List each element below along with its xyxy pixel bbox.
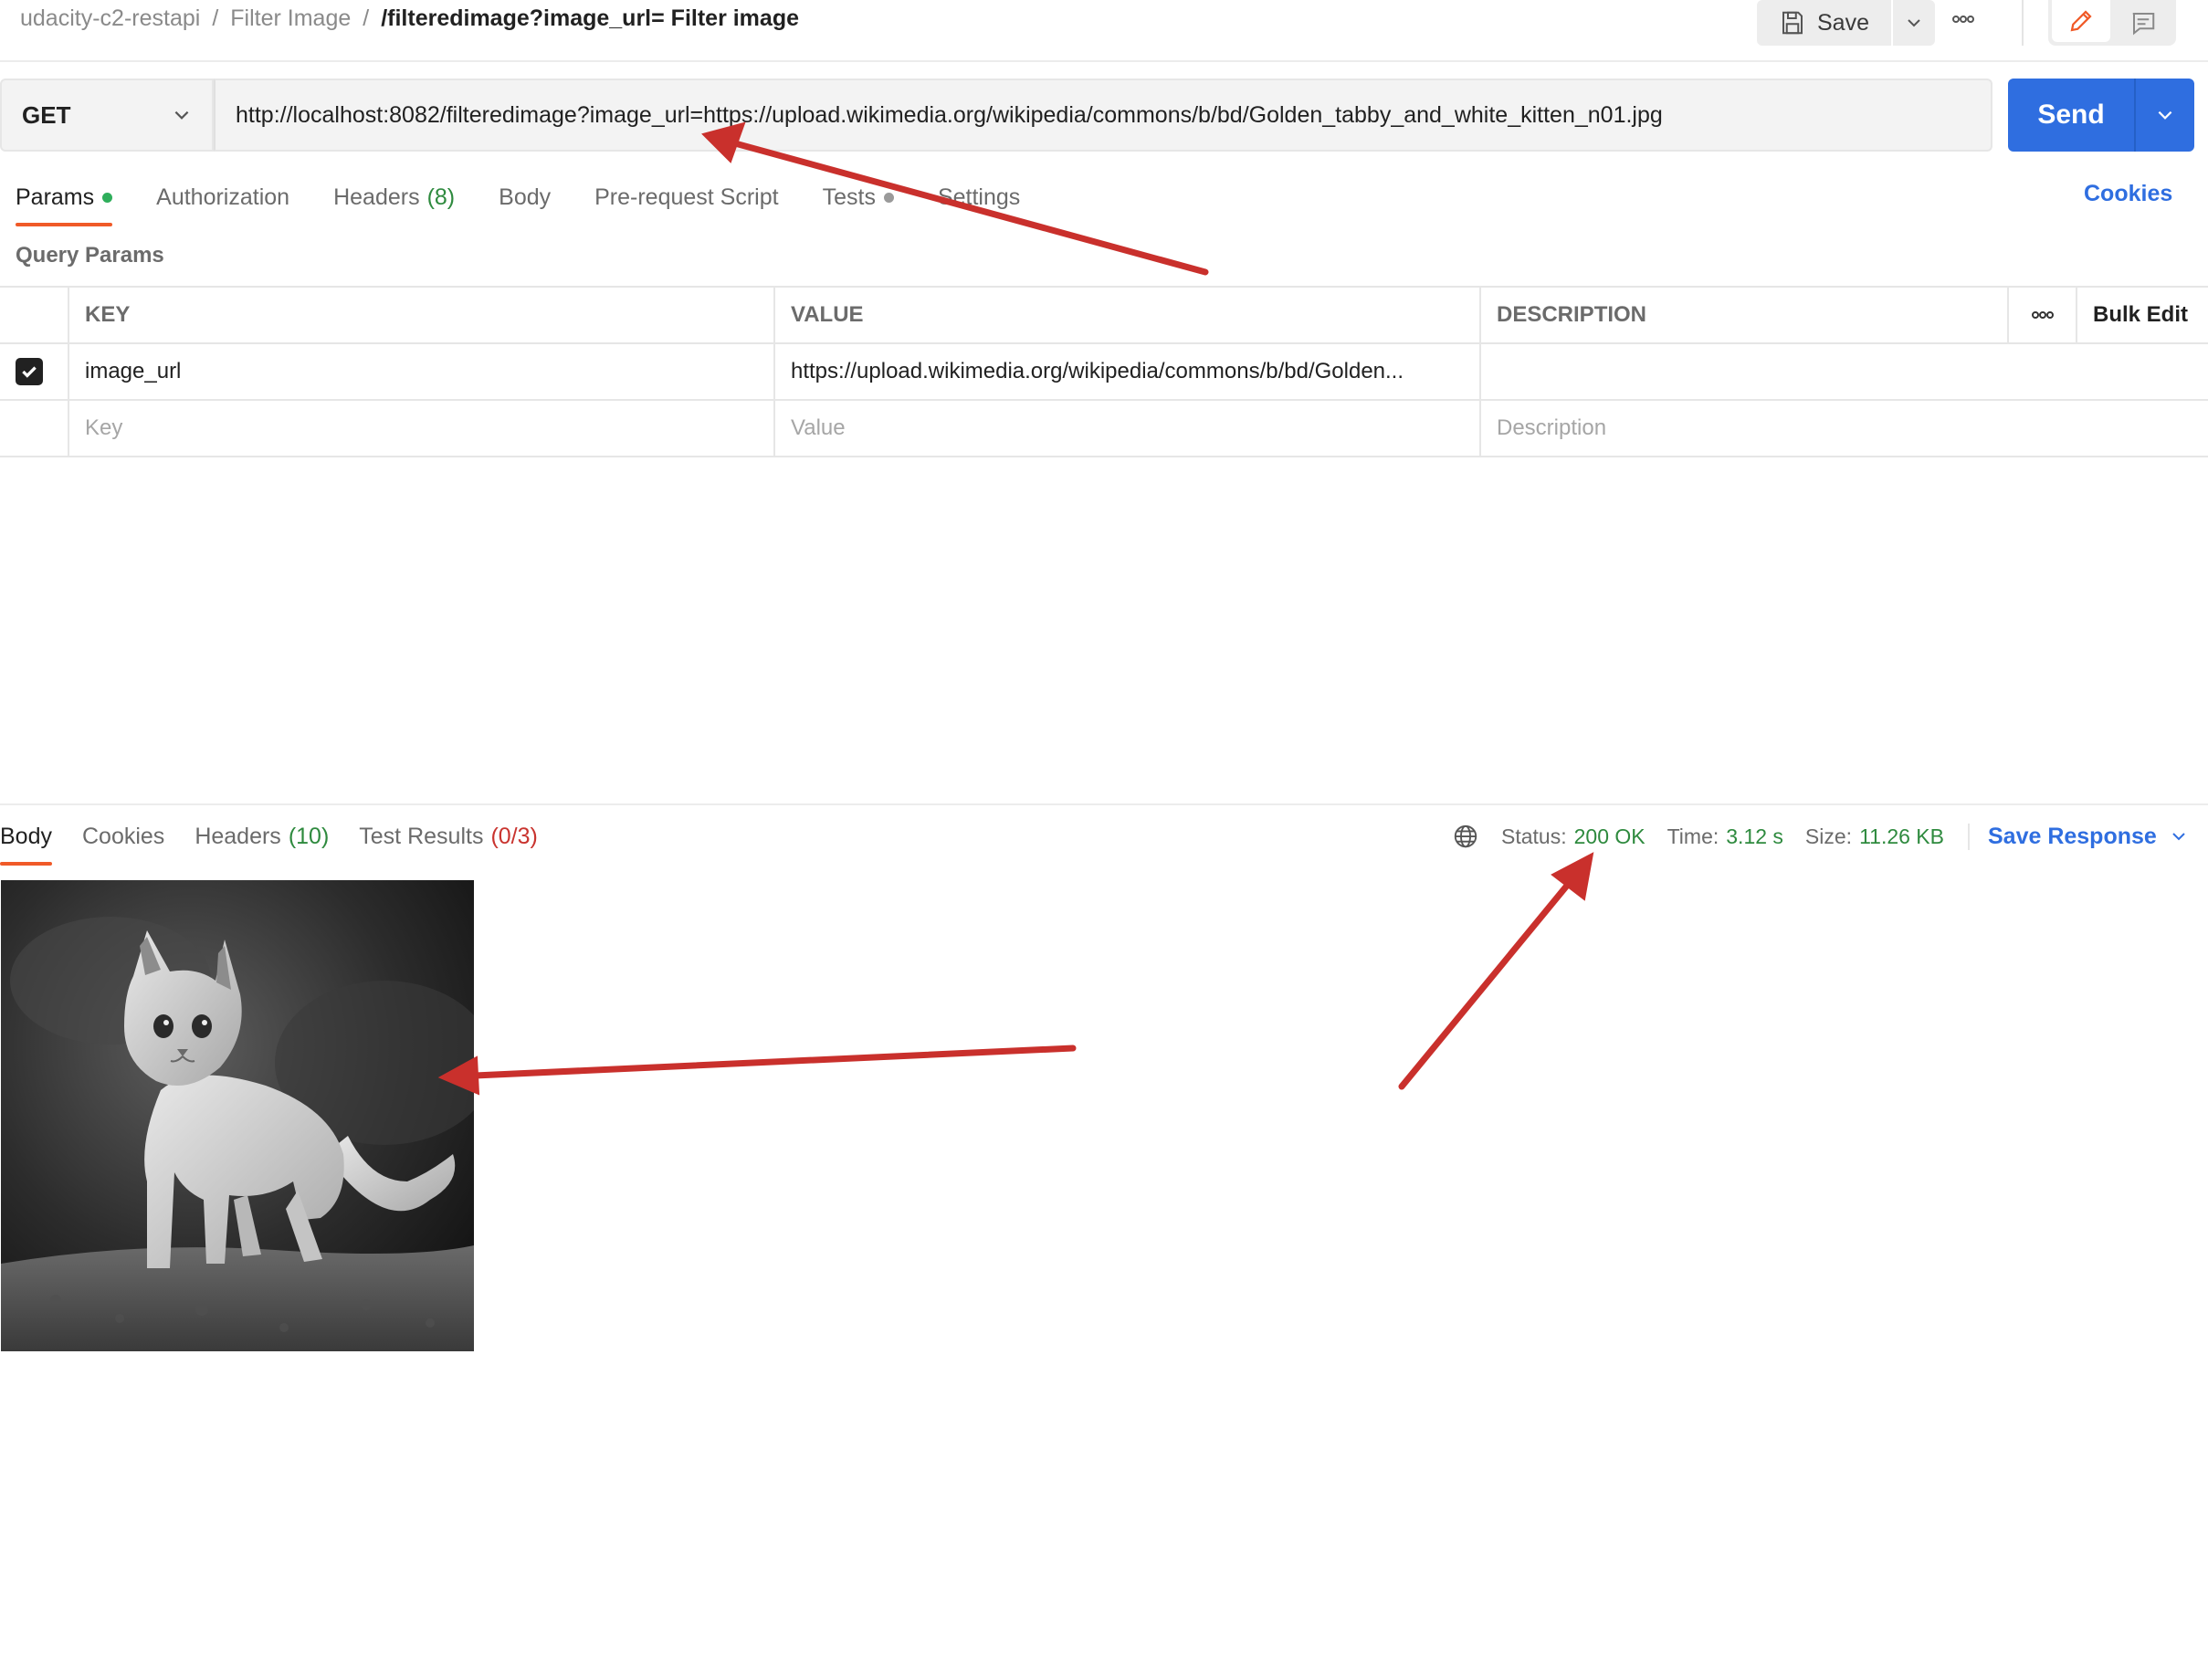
new-key-field[interactable]: Key — [68, 399, 775, 457]
tab-body[interactable]: Body — [499, 179, 551, 215]
breadcrumb-request[interactable]: /filteredimage?image_url= Filter image — [381, 5, 799, 32]
response-tabs: Body Cookies Headers (10) Test Results (… — [0, 818, 568, 866]
response-tab-body[interactable]: Body — [0, 818, 52, 866]
pencil-icon — [2070, 10, 2092, 32]
response-tab-test-results[interactable]: Test Results (0/3) — [359, 818, 538, 855]
tab-tests[interactable]: Tests — [823, 179, 894, 215]
request-tabs: Params Authorization Headers (8) Body Pr… — [16, 179, 1064, 226]
save-response-label: Save Response — [1987, 823, 2157, 849]
checkbox-column-header — [0, 286, 69, 344]
chevron-down-icon — [2172, 833, 2185, 841]
globe-icon[interactable] — [1452, 823, 1479, 850]
headers-count: (8) — [426, 184, 456, 210]
table-row-empty: Key Value Description — [0, 399, 2208, 457]
time-label: Time: — [1667, 824, 1719, 848]
save-response-button[interactable]: Save Response — [1967, 823, 2188, 850]
chevron-down-icon — [174, 110, 189, 120]
save-button[interactable]: Save — [1757, 0, 1891, 46]
query-params-title: Query Params — [16, 243, 164, 268]
size-value[interactable]: 11.26 KB — [1859, 824, 1944, 849]
tab-prerequest-script[interactable]: Pre-request Script — [594, 179, 778, 215]
bulk-edit-button[interactable]: Bulk Edit — [2076, 286, 2208, 344]
status-label: Status: — [1501, 824, 1567, 848]
send-button[interactable]: Send — [2008, 79, 2134, 152]
table-row: image_url https://upload.wikimedia.org/w… — [0, 342, 2208, 401]
more-options-icon — [2031, 311, 2054, 319]
comments-button[interactable] — [2110, 0, 2176, 46]
header-divider — [0, 60, 2208, 62]
tests-indicator-dot — [883, 192, 894, 203]
param-enabled-cell — [0, 342, 69, 401]
tab-settings[interactable]: Settings — [938, 179, 1020, 215]
breadcrumb-separator: / — [363, 5, 370, 31]
response-tab-cookies[interactable]: Cookies — [82, 818, 164, 855]
tab-authorization[interactable]: Authorization — [156, 179, 289, 215]
size-label: Size: — [1804, 824, 1853, 848]
param-key-field[interactable]: image_url — [68, 342, 775, 401]
url-input[interactable]: http://localhost:8082/filteredimage?imag… — [214, 79, 1992, 152]
save-options-button[interactable] — [1890, 0, 1935, 46]
cookies-link[interactable]: Cookies — [2084, 181, 2172, 207]
response-image — [1, 880, 474, 1351]
params-active-dot — [102, 192, 113, 203]
value-column-header: VALUE — [773, 286, 1481, 344]
param-description-field[interactable] — [1479, 342, 2208, 401]
save-icon — [1782, 11, 1803, 35]
send-options-button[interactable] — [2134, 79, 2194, 152]
response-tab-test-results-label: Test Results — [359, 823, 484, 849]
annotation-arrow-image — [471, 1045, 1077, 1079]
edit-mode-button[interactable] — [2052, 0, 2110, 42]
response-divider — [0, 803, 2208, 805]
chevron-down-icon — [2158, 110, 2172, 120]
tab-params-label: Params — [16, 184, 95, 210]
param-value-field[interactable]: https://upload.wikimedia.org/wikipedia/c… — [773, 342, 1481, 401]
new-description-field[interactable]: Description — [1479, 399, 2208, 457]
method-select[interactable]: GET — [0, 79, 214, 152]
tab-body-label: Body — [499, 184, 552, 210]
new-value-field[interactable]: Value — [773, 399, 1481, 457]
test-results-count: (0/3) — [490, 823, 538, 849]
tab-settings-label: Settings — [937, 184, 1021, 210]
tab-params[interactable]: Params — [16, 179, 113, 226]
breadcrumb-folder[interactable]: Filter Image — [230, 5, 351, 32]
response-headers-count: (10) — [288, 823, 330, 849]
new-param-checkbox-cell — [0, 399, 69, 457]
tab-headers-label: Headers — [333, 184, 420, 210]
key-column-header: KEY — [68, 286, 775, 344]
time-value[interactable]: 3.12 s — [1726, 824, 1783, 849]
response-tab-cookies-label: Cookies — [81, 823, 165, 849]
response-meta: Status: 200 OK Time: 3.12 s Size: 11.26 … — [1452, 818, 2188, 855]
more-options-icon[interactable] — [1950, 5, 1977, 39]
description-column-header: DESCRIPTION — [1479, 286, 2009, 344]
save-label: Save — [1817, 9, 1869, 36]
annotation-arrow-status — [1398, 877, 1574, 1090]
response-tab-body-label: Body — [0, 823, 52, 849]
chevron-down-icon — [1908, 19, 1920, 27]
response-tab-headers-label: Headers — [195, 823, 281, 849]
table-header-row: KEY VALUE DESCRIPTION Bulk Edit — [0, 286, 2208, 344]
breadcrumb: udacity-c2-restapi / Filter Image / /fil… — [20, 0, 799, 37]
status-value[interactable]: 200 OK — [1574, 824, 1645, 849]
tab-headers[interactable]: Headers (8) — [333, 179, 455, 215]
comment-icon — [2132, 13, 2155, 36]
tab-prerequest-label: Pre-request Script — [594, 184, 779, 210]
response-tab-headers[interactable]: Headers (10) — [195, 818, 329, 855]
query-params-table: KEY VALUE DESCRIPTION Bulk Edit image_ur… — [0, 286, 2208, 457]
method-label: GET — [22, 100, 71, 129]
tab-tests-label: Tests — [822, 184, 876, 210]
tab-authorization-label: Authorization — [156, 184, 290, 210]
checkmark-icon — [22, 366, 37, 378]
save-button-group: Save — [1757, 0, 1935, 46]
column-options-button[interactable] — [2007, 286, 2077, 344]
breadcrumb-separator: / — [212, 5, 219, 31]
toolbar-divider — [2022, 0, 2024, 46]
breadcrumb-collection[interactable]: udacity-c2-restapi — [20, 5, 200, 32]
view-mode-toggle — [2048, 0, 2176, 46]
annotation-arrowhead-status — [1551, 852, 1594, 901]
send-button-group: Send — [2008, 79, 2194, 152]
param-enabled-checkbox[interactable] — [16, 358, 43, 385]
